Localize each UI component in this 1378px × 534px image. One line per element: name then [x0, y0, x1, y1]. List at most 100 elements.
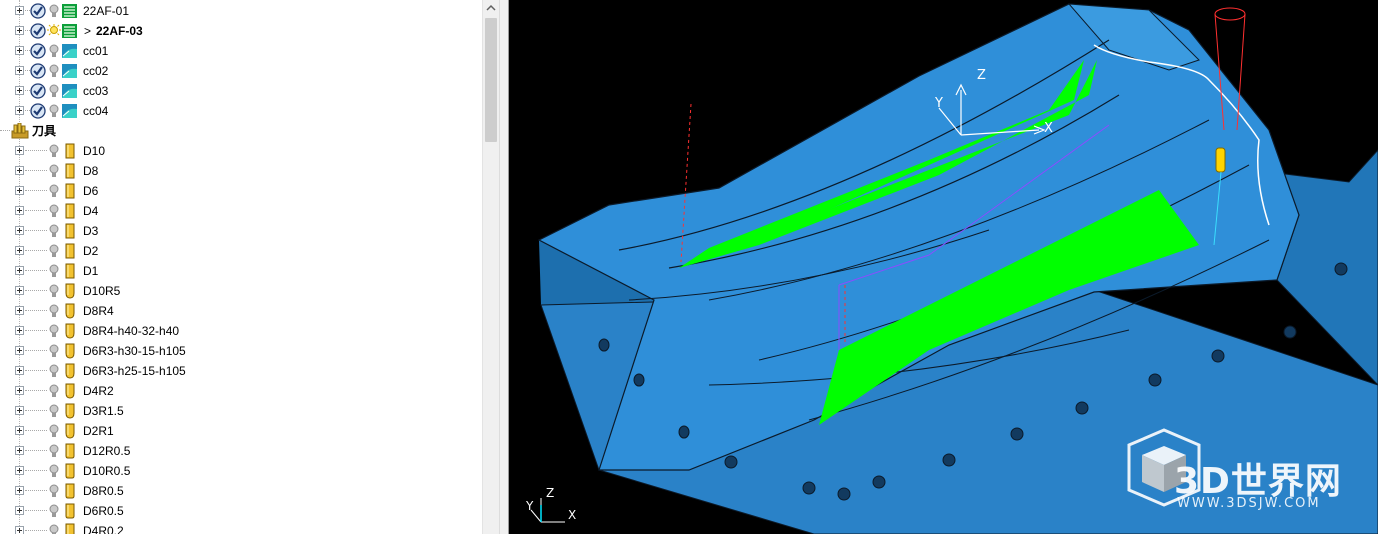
lightbulb-icon[interactable]: [49, 324, 59, 338]
expand-toggle[interactable]: [15, 26, 24, 35]
tool-label: D4: [83, 204, 99, 218]
tree-item-tool[interactable]: D8R4-h40-32-h40: [0, 321, 482, 341]
lightbulb-icon[interactable]: [49, 4, 59, 18]
tree-item-tool[interactable]: D8R4: [0, 301, 482, 321]
expand-toggle[interactable]: [15, 246, 24, 255]
expand-toggle[interactable]: [15, 266, 24, 275]
flat-tool-icon: [65, 183, 75, 199]
expand-toggle[interactable]: [15, 346, 24, 355]
tree-connector: [25, 270, 47, 272]
expand-toggle[interactable]: [15, 446, 24, 455]
lightbulb-icon[interactable]: [49, 224, 59, 238]
explorer-tree[interactable]: 22AF-01 > 22AF-03 cc01 cc02 cc03 cc04 刀具…: [0, 0, 482, 534]
scrollbar-thumb[interactable]: [485, 18, 497, 142]
expand-toggle[interactable]: [15, 206, 24, 215]
lightbulb-icon[interactable]: [49, 184, 59, 198]
tree-item-tool[interactable]: D4R2: [0, 381, 482, 401]
tree-item-toolpath-active[interactable]: > 22AF-03: [0, 21, 482, 41]
lightbulb-icon[interactable]: [49, 64, 59, 78]
tree-item-toolpath[interactable]: 22AF-01: [0, 1, 482, 21]
tree-scrollbar[interactable]: [482, 0, 499, 534]
lightbulb-icon[interactable]: [49, 344, 59, 358]
lightbulb-icon[interactable]: [49, 104, 59, 118]
active-check-icon[interactable]: [30, 23, 46, 39]
tree-item-toolpath[interactable]: cc04: [0, 101, 482, 121]
expand-toggle[interactable]: [15, 526, 24, 534]
expand-toggle[interactable]: [15, 306, 24, 315]
expand-toggle[interactable]: [15, 186, 24, 195]
tree-item-tool[interactable]: D12R0.5: [0, 441, 482, 461]
expand-toggle[interactable]: [15, 6, 24, 15]
tree-item-tool[interactable]: D10R5: [0, 281, 482, 301]
active-check-icon[interactable]: [30, 3, 46, 19]
expand-toggle[interactable]: [15, 46, 24, 55]
tree-item-tool[interactable]: D4R0.2: [0, 521, 482, 534]
lightbulb-icon[interactable]: [49, 264, 59, 278]
tree-item-tool[interactable]: D6R3-h30-15-h105: [0, 341, 482, 361]
tree-item-tool[interactable]: D6R0.5: [0, 501, 482, 521]
lightbulb-on-icon[interactable]: [47, 24, 61, 38]
tree-item-tool[interactable]: D2: [0, 241, 482, 261]
tree-item-tool[interactable]: D1: [0, 261, 482, 281]
graphics-viewport[interactable]: Z X Y Z X Y 3D世界网 WWW.3DSJW.COM: [509, 0, 1378, 534]
lightbulb-icon[interactable]: [49, 524, 59, 534]
expand-toggle[interactable]: [15, 386, 24, 395]
expand-toggle[interactable]: [15, 406, 24, 415]
lightbulb-icon[interactable]: [49, 364, 59, 378]
lightbulb-icon[interactable]: [49, 384, 59, 398]
expand-toggle[interactable]: [15, 326, 24, 335]
active-check-icon[interactable]: [30, 43, 46, 59]
tree-item-tool[interactable]: D6: [0, 181, 482, 201]
expand-toggle[interactable]: [15, 366, 24, 375]
tree-item-tool[interactable]: D3: [0, 221, 482, 241]
scroll-up-button[interactable]: [483, 0, 499, 17]
tree-folder-tools[interactable]: 刀具: [0, 121, 482, 141]
tree-item-tool[interactable]: D10: [0, 141, 482, 161]
flat-tool-icon: [65, 223, 75, 239]
tree-item-tool[interactable]: D10R0.5: [0, 461, 482, 481]
lightbulb-icon[interactable]: [49, 84, 59, 98]
active-check-icon[interactable]: [30, 83, 46, 99]
expand-toggle[interactable]: [15, 506, 24, 515]
lightbulb-icon[interactable]: [49, 444, 59, 458]
expand-toggle[interactable]: [15, 226, 24, 235]
tree-item-tool[interactable]: D2R1: [0, 421, 482, 441]
tool-label: D6R0.5: [83, 504, 124, 518]
lightbulb-icon[interactable]: [49, 424, 59, 438]
lightbulb-icon[interactable]: [49, 304, 59, 318]
expand-toggle[interactable]: [15, 166, 24, 175]
tree-item-tool[interactable]: D8: [0, 161, 482, 181]
tree-item-tool[interactable]: D3R1.5: [0, 401, 482, 421]
active-check-icon[interactable]: [30, 63, 46, 79]
expand-toggle[interactable]: [15, 286, 24, 295]
tree-item-tool[interactable]: D8R0.5: [0, 481, 482, 501]
lightbulb-icon[interactable]: [49, 284, 59, 298]
lightbulb-icon[interactable]: [49, 464, 59, 478]
lightbulb-icon[interactable]: [49, 44, 59, 58]
lightbulb-icon[interactable]: [49, 404, 59, 418]
tree-connector: [25, 210, 47, 212]
lightbulb-icon[interactable]: [49, 164, 59, 178]
expand-toggle[interactable]: [15, 66, 24, 75]
tree-connector: [25, 410, 47, 412]
tree-item-tool[interactable]: D4: [0, 201, 482, 221]
expand-toggle[interactable]: [15, 486, 24, 495]
expand-toggle[interactable]: [15, 86, 24, 95]
expand-toggle[interactable]: [15, 426, 24, 435]
lightbulb-icon[interactable]: [49, 484, 59, 498]
tree-item-toolpath[interactable]: cc02: [0, 61, 482, 81]
lightbulb-icon[interactable]: [49, 504, 59, 518]
active-check-icon[interactable]: [30, 103, 46, 119]
expand-toggle[interactable]: [15, 466, 24, 475]
tree-item-tool[interactable]: D6R3-h25-15-h105: [0, 361, 482, 381]
expand-toggle[interactable]: [15, 106, 24, 115]
workplane-x-label: X: [1044, 121, 1053, 136]
tip-tool-icon: [65, 503, 75, 519]
expand-toggle[interactable]: [15, 146, 24, 155]
panel-splitter[interactable]: [499, 0, 509, 534]
lightbulb-icon[interactable]: [49, 204, 59, 218]
lightbulb-icon[interactable]: [49, 244, 59, 258]
lightbulb-icon[interactable]: [49, 144, 59, 158]
tree-item-toolpath[interactable]: cc03: [0, 81, 482, 101]
tree-item-toolpath[interactable]: cc01: [0, 41, 482, 61]
